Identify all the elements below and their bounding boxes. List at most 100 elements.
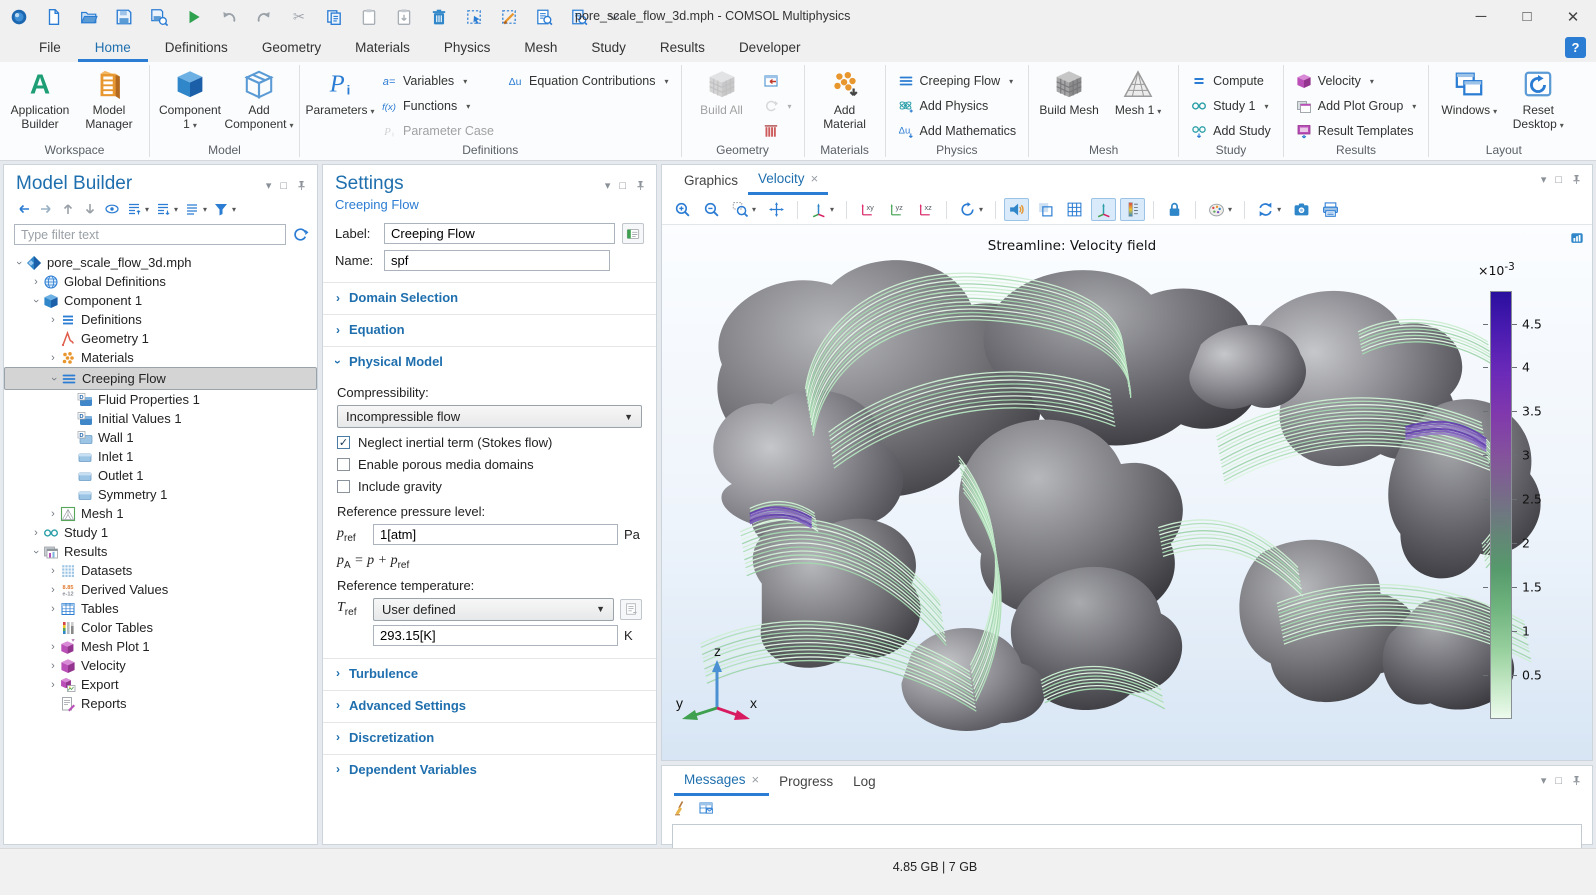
tree-item-pore-scale-flow-3d-mph[interactable]: ›pore_scale_flow_3d.mph bbox=[4, 253, 317, 272]
checkbox-include-gravity[interactable]: Include gravity bbox=[337, 479, 642, 494]
tree-chevron-icon[interactable]: › bbox=[46, 603, 60, 615]
tree-chevron-icon[interactable]: › bbox=[46, 352, 60, 364]
expand-tree-button[interactable]: ▾ bbox=[126, 201, 149, 217]
nav-back-button[interactable] bbox=[16, 201, 32, 217]
insert-sequence-button[interactable] bbox=[758, 69, 797, 93]
float-panel-icon[interactable]: □ bbox=[619, 180, 626, 192]
zoom-box-button[interactable]: ▾ bbox=[728, 198, 760, 221]
float-panel-icon[interactable]: □ bbox=[1555, 174, 1562, 186]
zoom-extents-button[interactable] bbox=[764, 198, 789, 221]
color-legend-button[interactable] bbox=[1120, 198, 1145, 221]
tree-chevron-icon[interactable]: › bbox=[48, 372, 60, 386]
close-button[interactable]: ✕ bbox=[1550, 0, 1596, 33]
help-button[interactable]: ? bbox=[1565, 37, 1586, 58]
tree-item-velocity[interactable]: ›Velocity bbox=[4, 656, 317, 675]
graphics-tab-velocity[interactable]: Velocity× bbox=[748, 165, 828, 195]
tree-item-inlet-1[interactable]: Inlet 1 bbox=[4, 447, 317, 466]
tree-item-mesh-1[interactable]: ›Mesh 1 bbox=[4, 504, 317, 523]
tree-item-color-tables[interactable]: Color Tables bbox=[4, 618, 317, 637]
tree-chevron-icon[interactable]: › bbox=[46, 508, 60, 520]
collapse-panel-icon[interactable]: ▾ bbox=[266, 179, 272, 192]
tree-item-symmetry-1[interactable]: Symmetry 1 bbox=[4, 485, 317, 504]
float-panel-icon[interactable]: □ bbox=[1555, 775, 1562, 787]
view-xz-button[interactable]: xz bbox=[913, 198, 938, 221]
tree-item-fluid-properties-1[interactable]: DFluid Properties 1 bbox=[4, 390, 317, 409]
compressibility-select[interactable]: Incompressible flow ▼ bbox=[337, 405, 642, 428]
tree-chevron-icon[interactable]: › bbox=[30, 545, 42, 559]
maximize-button[interactable]: □ bbox=[1504, 0, 1550, 33]
windows-button[interactable]: Windows▾ bbox=[1436, 67, 1502, 119]
transparency-button[interactable] bbox=[1033, 198, 1058, 221]
study-1-button[interactable]: Study 1▾ bbox=[1186, 94, 1276, 118]
tree-item-definitions[interactable]: ›Definitions bbox=[4, 310, 317, 329]
minimize-button[interactable]: ─ bbox=[1458, 0, 1504, 33]
filter-button[interactable]: ▾ bbox=[213, 201, 236, 217]
menu-definitions[interactable]: Definitions bbox=[148, 33, 245, 62]
checkbox-enable-porous-media-domains[interactable]: Enable porous media domains bbox=[337, 457, 642, 472]
mesh-1-button[interactable]: Mesh 1▾ bbox=[1105, 67, 1171, 119]
cut-icon[interactable]: ✂ bbox=[290, 8, 308, 26]
ref-pressure-input[interactable] bbox=[373, 524, 618, 545]
duplicate-icon[interactable] bbox=[395, 8, 413, 26]
filter-input[interactable] bbox=[14, 224, 286, 245]
tree-item-creeping-flow[interactable]: ›Creeping Flow bbox=[4, 367, 317, 390]
menu-results[interactable]: Results bbox=[643, 33, 722, 62]
save-icon[interactable] bbox=[115, 8, 133, 26]
close-tab-icon[interactable]: × bbox=[752, 772, 760, 787]
collapse-panel-icon[interactable]: ▾ bbox=[1541, 774, 1547, 787]
run-icon[interactable] bbox=[185, 8, 203, 26]
parameters-button[interactable]: PiParameters▾ bbox=[307, 67, 373, 119]
tree-item-mesh-plot-1[interactable]: ›*Mesh Plot 1 bbox=[4, 637, 317, 656]
creeping-flow-button[interactable]: Creeping Flow▾ bbox=[893, 69, 1022, 93]
comsol-logo-icon[interactable] bbox=[10, 8, 28, 26]
table-messages-button[interactable] bbox=[698, 800, 714, 819]
select-box-icon[interactable] bbox=[465, 8, 483, 26]
view-yz-button[interactable]: yz bbox=[884, 198, 909, 221]
tree-chevron-icon[interactable]: › bbox=[29, 527, 43, 539]
graphics-tab-graphics[interactable]: Graphics bbox=[674, 165, 748, 195]
add-plot-group-button[interactable]: Add Plot Group▾ bbox=[1291, 94, 1421, 118]
ref-temperature-select[interactable]: User defined ▼ bbox=[373, 598, 614, 621]
zoom-out-button[interactable] bbox=[699, 198, 724, 221]
add-mathematics-button[interactable]: ΔuAdd Mathematics bbox=[893, 119, 1022, 143]
redo-icon[interactable] bbox=[255, 8, 273, 26]
add-component-button[interactable]: Add Component▾ bbox=[226, 67, 292, 133]
find-icon[interactable] bbox=[535, 8, 553, 26]
tree-chevron-icon[interactable]: › bbox=[46, 584, 60, 596]
orientation-indicator-button[interactable] bbox=[1091, 198, 1116, 221]
velocity-button[interactable]: Velocity▾ bbox=[1291, 69, 1421, 93]
tree-chevron-icon[interactable]: › bbox=[46, 565, 60, 577]
messages-tab-messages[interactable]: Messages× bbox=[674, 766, 769, 796]
tree-item-materials[interactable]: ›Materials bbox=[4, 348, 317, 367]
tree-item-tables[interactable]: ›Tables bbox=[4, 599, 317, 618]
delete-icon[interactable] bbox=[430, 8, 448, 26]
color-theme-button[interactable]: ▾ bbox=[1204, 198, 1236, 221]
menu-file[interactable]: File bbox=[22, 33, 78, 62]
pin-icon[interactable] bbox=[1571, 174, 1582, 185]
node-text-button[interactable]: ▾ bbox=[184, 201, 207, 217]
tree-item-reports[interactable]: Reports bbox=[4, 694, 317, 713]
default-view-button[interactable]: ▾ bbox=[806, 198, 838, 221]
messages-log-area[interactable] bbox=[672, 824, 1582, 850]
print-button[interactable] bbox=[1318, 198, 1343, 221]
temperature-input[interactable] bbox=[373, 625, 618, 646]
float-panel-icon[interactable]: □ bbox=[280, 180, 287, 192]
collapse-panel-icon[interactable]: ▾ bbox=[605, 179, 611, 192]
zoom-in-button[interactable] bbox=[670, 198, 695, 221]
rename-button[interactable] bbox=[622, 223, 644, 244]
collapse-tree-button[interactable]: ▾ bbox=[155, 201, 178, 217]
menu-study[interactable]: Study bbox=[574, 33, 643, 62]
application-builder-button[interactable]: AApplication Builder bbox=[7, 67, 73, 131]
show-node-button[interactable] bbox=[104, 201, 120, 217]
label-input[interactable] bbox=[384, 223, 615, 244]
temperature-list-button[interactable] bbox=[620, 599, 642, 620]
build-mesh-button[interactable]: Build Mesh bbox=[1036, 67, 1102, 117]
clear-messages-button[interactable] bbox=[672, 800, 688, 819]
save-as-icon[interactable] bbox=[150, 8, 168, 26]
section-turbulence[interactable]: ›Turbulence bbox=[323, 658, 656, 688]
tree-chevron-icon[interactable]: › bbox=[46, 660, 60, 672]
nav-forward-button[interactable] bbox=[38, 201, 54, 217]
collapse-panel-icon[interactable]: ▾ bbox=[1541, 173, 1547, 186]
menu-geometry[interactable]: Geometry bbox=[245, 33, 338, 62]
compute-button[interactable]: Compute bbox=[1186, 69, 1276, 93]
